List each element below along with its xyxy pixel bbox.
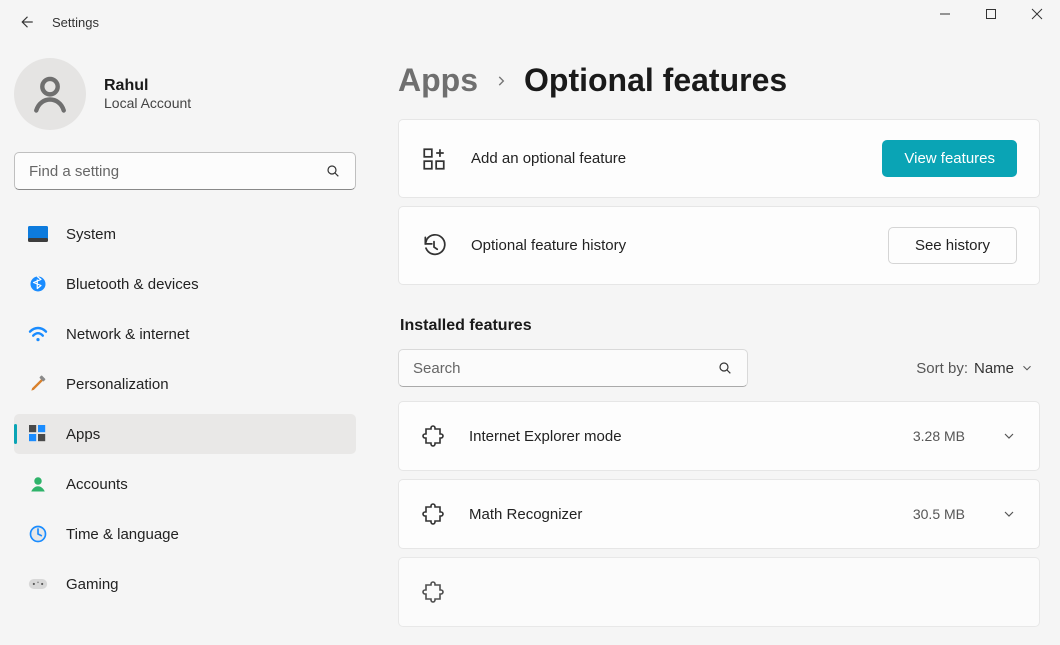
feature-row[interactable]: Internet Explorer mode 3.28 MB <box>398 401 1040 471</box>
profile-subtitle: Local Account <box>104 95 191 111</box>
sidebar-item-apps[interactable]: Apps <box>14 414 356 454</box>
add-feature-card: Add an optional feature View features <box>398 119 1040 198</box>
sidebar-item-bluetooth[interactable]: Bluetooth & devices <box>14 264 356 304</box>
chevron-down-icon <box>1020 361 1034 375</box>
search-icon <box>717 360 733 376</box>
feature-size: 30.5 MB <box>913 506 965 522</box>
close-icon <box>1031 8 1043 20</box>
settings-window: Settings Rahul Local Account <box>0 0 1060 645</box>
search-icon <box>325 163 341 179</box>
sidebar-item-label: System <box>66 226 116 243</box>
profile-name: Rahul <box>104 77 191 95</box>
sidebar-item-personalization[interactable]: Personalization <box>14 364 356 404</box>
maximize-button[interactable] <box>968 0 1014 28</box>
chevron-down-icon <box>1001 506 1017 522</box>
feature-size: 3.28 MB <box>913 428 965 444</box>
find-setting-search[interactable] <box>14 152 356 190</box>
sidebar-item-system[interactable]: System <box>14 214 356 254</box>
see-history-button[interactable]: See history <box>888 227 1017 264</box>
feature-row[interactable] <box>398 557 1040 627</box>
sidebar-item-gaming[interactable]: Gaming <box>14 564 356 604</box>
puzzle-icon <box>421 502 445 526</box>
account-icon <box>28 474 48 494</box>
sidebar-item-accounts[interactable]: Accounts <box>14 464 356 504</box>
main-content: Apps Optional features Add an optional f… <box>370 44 1060 645</box>
person-icon <box>28 72 72 116</box>
chevron-right-icon <box>494 74 508 88</box>
display-icon <box>28 224 48 244</box>
filter-row: Sort by: Name <box>398 349 1040 387</box>
breadcrumb-root[interactable]: Apps <box>398 62 478 99</box>
back-button[interactable] <box>8 4 44 40</box>
sidebar-item-label: Network & internet <box>66 326 189 343</box>
sort-label: Sort by: <box>916 360 968 377</box>
puzzle-icon <box>421 424 445 448</box>
nav-list: System Bluetooth & devices Network & int… <box>14 214 356 604</box>
view-features-button[interactable]: View features <box>882 140 1017 177</box>
sort-value: Name <box>974 360 1014 377</box>
find-setting-input[interactable] <box>29 163 325 180</box>
window-controls <box>922 0 1060 28</box>
history-label: Optional feature history <box>471 237 626 254</box>
titlebar: Settings <box>0 0 1060 44</box>
sidebar-item-label: Personalization <box>66 376 169 393</box>
add-feature-label: Add an optional feature <box>471 150 626 167</box>
feature-row[interactable]: Math Recognizer 30.5 MB <box>398 479 1040 549</box>
installed-heading: Installed features <box>400 317 1040 335</box>
history-icon <box>421 233 447 259</box>
feature-history-card: Optional feature history See history <box>398 206 1040 285</box>
wifi-icon <box>28 324 48 344</box>
window-title: Settings <box>52 15 99 30</box>
sort-dropdown[interactable]: Sort by: Name <box>916 360 1040 377</box>
sidebar-item-label: Apps <box>66 426 100 443</box>
installed-search[interactable] <box>398 349 748 387</box>
minimize-button[interactable] <box>922 0 968 28</box>
avatar <box>14 58 86 130</box>
breadcrumb: Apps Optional features <box>398 62 1040 99</box>
puzzle-icon <box>421 580 445 604</box>
sidebar-item-network[interactable]: Network & internet <box>14 314 356 354</box>
feature-name: Math Recognizer <box>469 506 582 523</box>
apps-icon <box>28 424 48 444</box>
feature-name: Internet Explorer mode <box>469 428 622 445</box>
page-title: Optional features <box>524 62 787 99</box>
bluetooth-icon <box>28 274 48 294</box>
sidebar-item-label: Gaming <box>66 576 119 593</box>
apps-add-icon <box>421 146 447 172</box>
clock-globe-icon <box>28 524 48 544</box>
back-arrow-icon <box>17 13 35 31</box>
profile-block[interactable]: Rahul Local Account <box>14 52 356 152</box>
sidebar-item-label: Time & language <box>66 526 179 543</box>
installed-search-input[interactable] <box>413 360 717 377</box>
paintbrush-icon <box>28 374 48 394</box>
minimize-icon <box>939 8 951 20</box>
sidebar-item-label: Accounts <box>66 476 128 493</box>
sidebar-item-label: Bluetooth & devices <box>66 276 199 293</box>
chevron-down-icon <box>1001 428 1017 444</box>
sidebar-item-time-language[interactable]: Time & language <box>14 514 356 554</box>
maximize-icon <box>985 8 997 20</box>
sidebar: Rahul Local Account System <box>0 44 370 645</box>
close-button[interactable] <box>1014 0 1060 28</box>
gamepad-icon <box>28 574 48 594</box>
